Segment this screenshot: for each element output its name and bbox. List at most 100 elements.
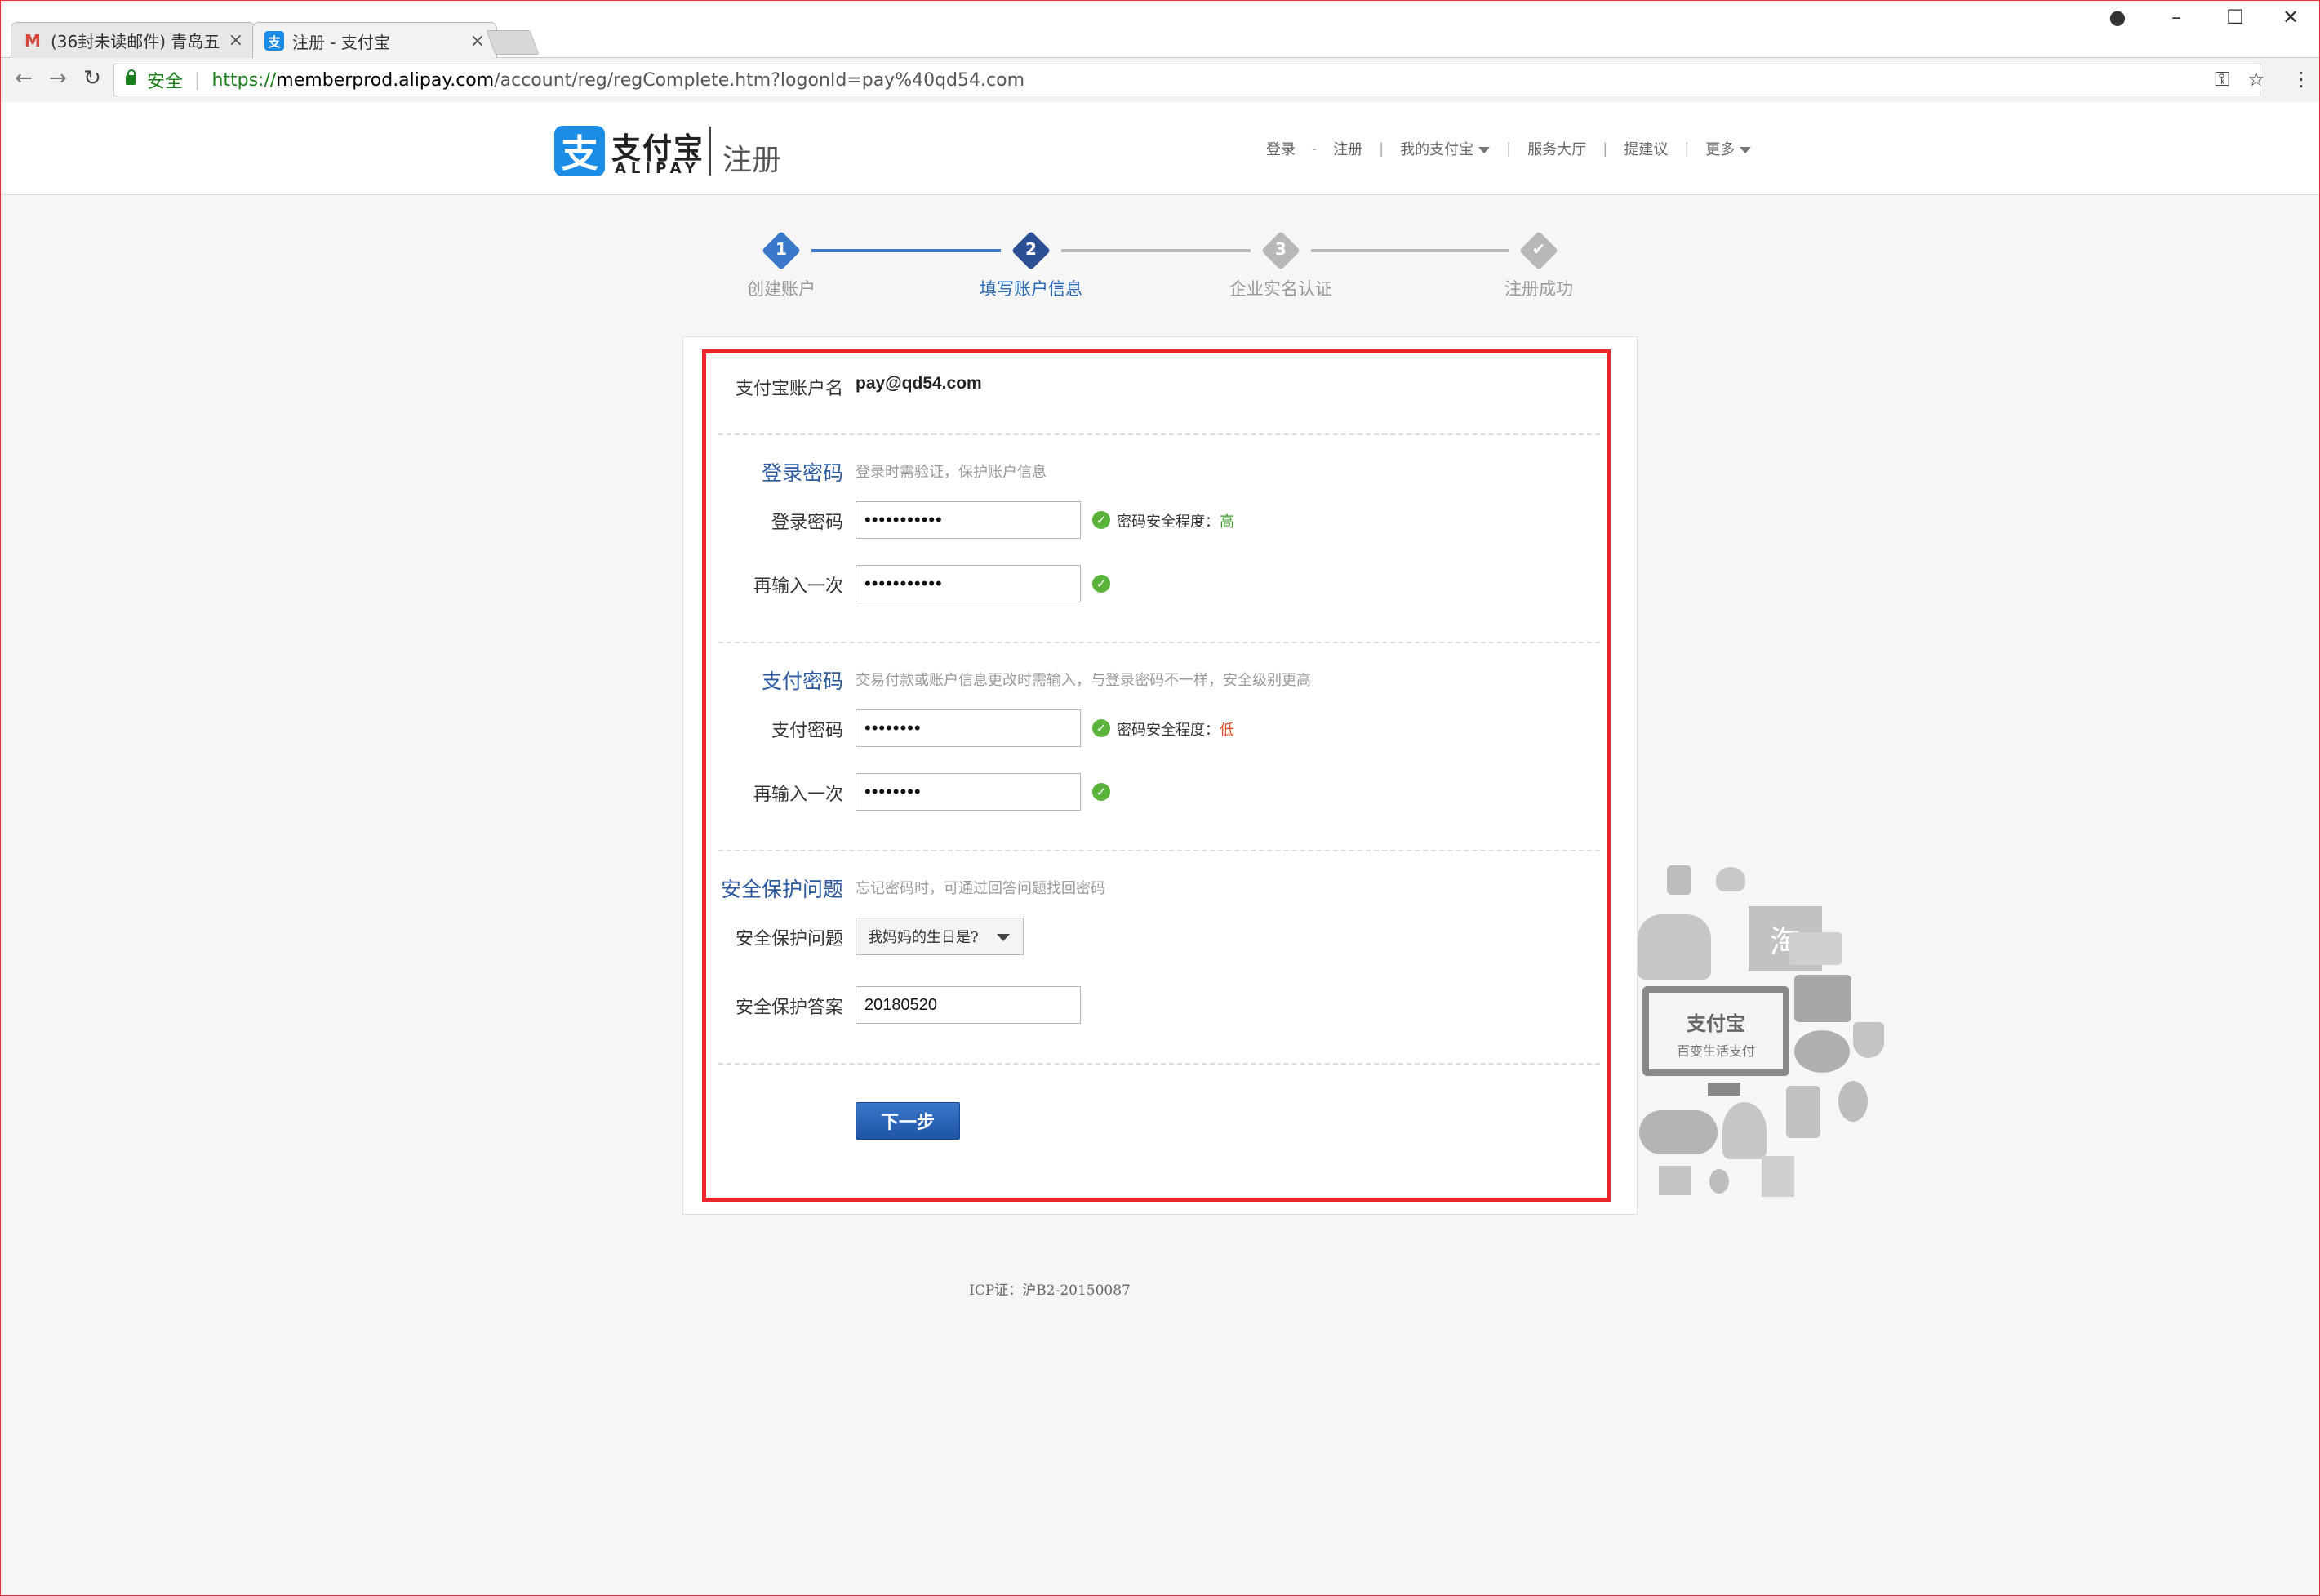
hands-icon bbox=[1638, 914, 1711, 980]
menu-icon[interactable]: ⋮ bbox=[2291, 68, 2311, 91]
drop-icon bbox=[1709, 1169, 1729, 1194]
page-title: 注册 bbox=[722, 144, 782, 177]
pay-password-confirm-input[interactable]: •••••••• bbox=[856, 773, 1081, 811]
heart-icon bbox=[1716, 867, 1745, 891]
login-password-confirm-label: 再输入一次 bbox=[753, 576, 843, 597]
url-path: /account/reg/regComplete.htm?logonId=pay… bbox=[494, 69, 1024, 91]
alipay-logo-icon[interactable]: 支 bbox=[554, 126, 605, 176]
footer: ICP证：沪B2-20150087 bbox=[0, 1278, 2320, 1299]
section-divider bbox=[718, 1063, 1600, 1065]
key-icon[interactable]: ⚿ bbox=[2215, 68, 2229, 91]
nav-separator: | bbox=[1684, 140, 1690, 158]
security-answer-input[interactable]: 20180520 bbox=[856, 986, 1081, 1024]
check-icon: ✔ bbox=[1531, 239, 1546, 259]
separator: | bbox=[194, 69, 201, 91]
star-icon[interactable]: ☆ bbox=[2247, 68, 2265, 91]
cloud-icon bbox=[1639, 1110, 1718, 1154]
nav-register-link[interactable]: 注册 bbox=[1333, 138, 1362, 159]
tab-strip: M (36封未读邮件) 青岛五四 × 支 注册 - 支付宝 × ● – ☐ ✕ bbox=[1, 1, 2319, 59]
tab-alipay-register[interactable]: 支 注册 - 支付宝 × bbox=[252, 22, 497, 59]
tab-title: 注册 - 支付宝 bbox=[292, 32, 390, 52]
section-divider bbox=[718, 433, 1600, 435]
strength-label: 密码安全程度： bbox=[1117, 513, 1220, 531]
nav-login-link[interactable]: 登录 bbox=[1266, 138, 1296, 159]
security-answer-label: 安全保护答案 bbox=[735, 998, 843, 1018]
nav-more[interactable]: 更多 bbox=[1705, 138, 1752, 159]
top-nav: 登录 - 注册 | 我的支付宝 | 服务大厅 | 提建议 | 更多 bbox=[1258, 138, 1759, 159]
forward-icon[interactable]: → bbox=[42, 66, 74, 91]
step-line-pending bbox=[1061, 249, 1251, 252]
strength-value: 高 bbox=[1220, 513, 1234, 531]
step-2-label: 填写账户信息 bbox=[980, 279, 1082, 299]
gmail-icon: M bbox=[24, 30, 41, 51]
strength-label: 密码安全程度： bbox=[1117, 722, 1220, 739]
toolbar: ← → ↻ 安全 | https:// memberprod.alipay.co… bbox=[1, 58, 2319, 103]
step-1-label: 创建账户 bbox=[747, 279, 816, 299]
step-2-number: 2 bbox=[1025, 239, 1037, 259]
maximize-icon[interactable]: ☐ bbox=[2215, 6, 2256, 29]
nav-suggest-link[interactable]: 提建议 bbox=[1624, 138, 1668, 159]
document-icon bbox=[1762, 1156, 1794, 1197]
pay-password-input[interactable]: •••••••• bbox=[856, 709, 1081, 747]
tab-close-icon[interactable]: × bbox=[470, 31, 485, 51]
tab-title: (36封未读邮件) 青岛五四 bbox=[51, 32, 220, 51]
tab-gmail[interactable]: M (36封未读邮件) 青岛五四 × bbox=[11, 22, 256, 58]
url-host: memberprod.alipay.com bbox=[276, 69, 495, 91]
caret-down-icon bbox=[1740, 147, 1752, 153]
nav-my-alipay[interactable]: 我的支付宝 bbox=[1400, 138, 1491, 159]
back-icon[interactable]: ← bbox=[7, 66, 40, 91]
step-3-label: 企业实名认证 bbox=[1229, 279, 1332, 299]
pay-password-strength: 密码安全程度：低 bbox=[1117, 718, 1234, 740]
security-question-title: 安全保护问题 bbox=[720, 878, 843, 901]
login-password-label: 登录密码 bbox=[771, 513, 843, 533]
logo-subtext: ALIPAY bbox=[615, 160, 700, 177]
leaf-icon bbox=[1838, 1081, 1868, 1122]
minimize-icon[interactable]: – bbox=[2156, 6, 2197, 29]
lock-icon bbox=[1667, 865, 1691, 895]
pay-password-confirm-label: 再输入一次 bbox=[753, 785, 843, 805]
illustration-brand: 支付宝 bbox=[1687, 1012, 1745, 1035]
login-password-hint: 登录时需验证，保护账户信息 bbox=[856, 464, 1047, 481]
section-divider bbox=[718, 642, 1600, 643]
nav-dot: - bbox=[1312, 140, 1318, 158]
browser-chrome: M (36封未读邮件) 青岛五四 × 支 注册 - 支付宝 × ● – ☐ ✕ … bbox=[0, 0, 2320, 103]
caret-down-icon bbox=[1478, 147, 1491, 153]
login-password-input[interactable]: ••••••••••• bbox=[856, 501, 1081, 539]
phone-icon bbox=[1786, 1086, 1820, 1138]
new-tab-button[interactable] bbox=[486, 30, 540, 55]
url-scheme: https:// bbox=[211, 69, 277, 91]
address-bar[interactable]: 安全 | https:// memberprod.alipay.com /acc… bbox=[113, 64, 2260, 96]
lock-icon bbox=[126, 69, 136, 85]
security-question-hint: 忘记密码时，可通过回答问题找回密码 bbox=[856, 880, 1105, 897]
step-line-done bbox=[811, 249, 1001, 252]
login-password-title: 登录密码 bbox=[761, 461, 843, 485]
security-question-select[interactable]: 我妈妈的生日是? bbox=[856, 918, 1024, 955]
login-password-confirm-input[interactable]: ••••••••••• bbox=[856, 565, 1081, 602]
illustration-slogan: 百变生活支付 bbox=[1676, 1043, 1755, 1059]
step-line-pending bbox=[1311, 249, 1509, 252]
pay-password-title: 支付密码 bbox=[761, 669, 843, 693]
profile-icon[interactable]: ● bbox=[2097, 6, 2138, 29]
nav-separator: | bbox=[1506, 140, 1512, 158]
pay-password-label: 支付密码 bbox=[771, 721, 843, 741]
shield-icon bbox=[1853, 1022, 1884, 1058]
strength-value: 低 bbox=[1220, 722, 1234, 739]
card-icon bbox=[1789, 932, 1842, 965]
check-circle-icon: ✓ bbox=[1092, 511, 1110, 529]
tab-close-icon[interactable]: × bbox=[229, 30, 243, 51]
wallet-icon bbox=[1794, 975, 1851, 1022]
reload-icon[interactable]: ↻ bbox=[76, 66, 109, 91]
next-step-button[interactable]: 下一步 bbox=[856, 1102, 960, 1140]
monitor-stand bbox=[1708, 1083, 1740, 1096]
site-header: 支 支付宝 ALIPAY 注册 登录 - 注册 | 我的支付宝 | 服务大厅 |… bbox=[1, 102, 2319, 195]
nav-separator: | bbox=[1602, 140, 1608, 158]
nav-more-label: 更多 bbox=[1705, 141, 1736, 158]
window-close-icon[interactable]: ✕ bbox=[2270, 6, 2311, 29]
monitor-icon: 支付宝 百变生活支付 bbox=[1642, 986, 1789, 1076]
nav-service-link[interactable]: 服务大厅 bbox=[1527, 138, 1586, 159]
logo-divider bbox=[709, 127, 711, 176]
nav-my-alipay-label: 我的支付宝 bbox=[1400, 141, 1474, 158]
alipay-icon: 支 bbox=[264, 31, 284, 51]
account-name-value: pay@qd54.com bbox=[856, 374, 982, 393]
login-password-strength: 密码安全程度：高 bbox=[1117, 510, 1234, 531]
